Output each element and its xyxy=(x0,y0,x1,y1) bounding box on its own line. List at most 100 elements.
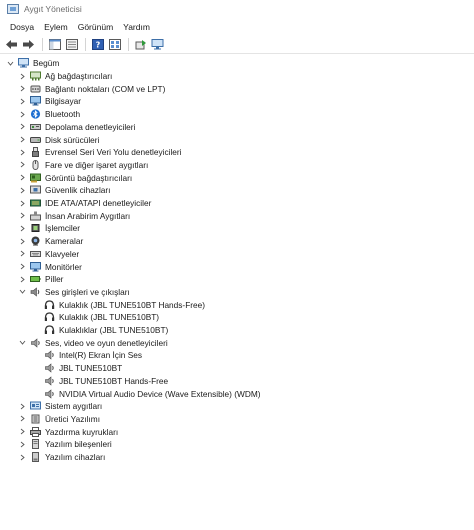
tree-item-label: JBL TUNE510BT xyxy=(59,363,123,374)
chevron-right-icon[interactable] xyxy=(17,223,27,233)
chevron-right-icon[interactable] xyxy=(17,198,27,208)
scan-hardware-button[interactable] xyxy=(150,38,165,52)
bluetooth-icon xyxy=(30,109,41,119)
tree-item[interactable]: Kulaklık (JBL TUNE510BT Hands-Free) xyxy=(31,298,205,311)
show-hide-tree-button[interactable] xyxy=(47,38,62,52)
tree-item[interactable]: Ses, video ve oyun denetleyicileri xyxy=(17,336,168,349)
chevron-right-icon[interactable] xyxy=(17,274,27,284)
tree-item[interactable]: JBL TUNE510BT Hands-Free xyxy=(31,375,168,388)
chevron-right-icon[interactable] xyxy=(17,401,27,411)
chevron-right-icon[interactable] xyxy=(17,427,27,437)
chevron-right-icon[interactable] xyxy=(17,147,27,157)
tree-item-label: Bilgisayar xyxy=(45,96,81,107)
tree-item-label: İşlemciler xyxy=(45,223,81,234)
tree-item[interactable]: Intel(R) Ekran İçin Ses xyxy=(31,349,142,362)
chevron-right-icon[interactable] xyxy=(17,211,27,221)
tree-item[interactable]: Yazılım cihazları xyxy=(17,451,105,464)
vertical-scrollbar[interactable] xyxy=(468,57,474,530)
tree-item[interactable]: Kulaklık (JBL TUNE510BT) xyxy=(31,311,159,324)
chevron-right-icon[interactable] xyxy=(17,262,27,272)
tree-item[interactable]: Depolama denetleyicileri xyxy=(17,121,135,134)
tree-item[interactable]: IDE ATA/ATAPI denetleyiciler xyxy=(17,197,151,210)
keyboard-icon xyxy=(30,249,41,259)
tree-item[interactable]: Bağlantı noktaları (COM ve LPT) xyxy=(17,82,165,95)
console-tree-icon xyxy=(48,39,61,50)
tree-item[interactable]: Begüm xyxy=(5,57,59,70)
computer-icon xyxy=(18,58,29,68)
tree-item[interactable]: Yazılım bileşenleri xyxy=(17,438,112,451)
tree-item[interactable]: Disk sürücüleri xyxy=(17,133,99,146)
display-adapter-icon xyxy=(30,173,41,183)
chevron-right-icon[interactable] xyxy=(17,122,27,132)
tree-item[interactable]: İnsan Arabirim Aygıtları xyxy=(17,209,130,222)
tree-item[interactable]: Monitörler xyxy=(17,260,82,273)
ide-controller-icon xyxy=(30,198,41,208)
tree-item[interactable]: JBL TUNE510BT xyxy=(31,362,122,375)
tree-item[interactable]: Bilgisayar xyxy=(17,95,81,108)
tree-item[interactable]: NVIDIA Virtual Audio Device (Wave Extens… xyxy=(31,387,261,400)
tree-item[interactable]: Ses girişleri ve çıkışları xyxy=(17,286,130,299)
headset-icon xyxy=(44,300,55,310)
toolbar-separator xyxy=(85,38,86,51)
tree-item-label: Sistem aygıtları xyxy=(45,401,103,412)
tree-item[interactable]: Piller xyxy=(17,273,63,286)
chevron-right-icon[interactable] xyxy=(17,173,27,183)
chevron-right-icon[interactable] xyxy=(17,414,27,424)
chevron-right-icon[interactable] xyxy=(17,236,27,246)
view-button[interactable] xyxy=(107,38,122,52)
chevron-right-icon[interactable] xyxy=(17,160,27,170)
chevron-down-icon[interactable] xyxy=(17,287,27,297)
tree-item-label: Intel(R) Ekran İçin Ses xyxy=(59,350,142,361)
chevron-right-icon[interactable] xyxy=(17,249,27,259)
chevron-right-icon[interactable] xyxy=(17,96,27,106)
tree-item[interactable]: Üretici Yazılımı xyxy=(17,413,100,426)
tree-item[interactable]: Klavyeler xyxy=(17,248,79,261)
tree-item-label: Ses, video ve oyun denetleyicileri xyxy=(45,337,168,348)
tree-item[interactable]: Sistem aygıtları xyxy=(17,400,102,413)
menu-eylem[interactable]: Eylem xyxy=(39,18,73,36)
chevron-down-icon[interactable] xyxy=(17,338,27,348)
chevron-right-icon[interactable] xyxy=(17,452,27,462)
tree-item[interactable]: Kameralar xyxy=(17,235,83,248)
tree-item[interactable]: Ağ bağdaştırıcıları xyxy=(17,70,112,83)
chevron-right-icon[interactable] xyxy=(17,71,27,81)
menu-bar: Dosya Eylem Görünüm Yardım xyxy=(0,18,474,36)
chevron-down-icon[interactable] xyxy=(5,58,15,68)
tree-item-label: Kameralar xyxy=(45,236,84,247)
menu-dosya[interactable]: Dosya xyxy=(5,18,39,36)
chevron-right-icon[interactable] xyxy=(17,84,27,94)
printer-icon xyxy=(30,426,41,437)
speaker-icon xyxy=(44,388,55,399)
chevron-right-icon[interactable] xyxy=(17,439,27,449)
storage-controller-icon xyxy=(30,122,41,132)
menu-gorunum[interactable]: Görünüm xyxy=(73,18,118,36)
tree-item[interactable]: Fare ve diğer işaret aygıtları xyxy=(17,159,148,172)
tree-item-label: Kulaklık (JBL TUNE510BT Hands-Free) xyxy=(59,299,206,310)
tree-item-label: Klavyeler xyxy=(45,248,80,259)
arrow-right-icon xyxy=(23,40,34,49)
back-button[interactable] xyxy=(4,38,19,52)
tree-item[interactable]: Kulaklıklar (JBL TUNE510BT) xyxy=(31,324,168,337)
forward-button[interactable] xyxy=(21,38,36,52)
update-driver-button[interactable] xyxy=(133,38,148,52)
chevron-right-icon[interactable] xyxy=(17,185,27,195)
tree-item-label: Yazdırma kuyrukları xyxy=(45,426,119,437)
menu-yardim[interactable]: Yardım xyxy=(118,18,155,36)
chevron-right-icon[interactable] xyxy=(17,135,27,145)
tree-item[interactable]: İşlemciler xyxy=(17,222,80,235)
help-button[interactable]: ? xyxy=(90,38,105,52)
svg-text:?: ? xyxy=(95,41,100,50)
tree-item-label: Üretici Yazılımı xyxy=(45,413,101,424)
tree-item[interactable]: Yazdırma kuyrukları xyxy=(17,425,118,438)
properties-button[interactable] xyxy=(64,38,79,52)
chevron-right-icon[interactable] xyxy=(17,109,27,119)
tree-item[interactable]: Güvenlik cihazları xyxy=(17,184,110,197)
monitor-icon xyxy=(30,96,41,106)
tree-item[interactable]: Bluetooth xyxy=(17,108,80,121)
tree-item[interactable]: Görüntü bağdaştırıcıları xyxy=(17,171,132,184)
tree-item[interactable]: Evrensel Seri Veri Yolu denetleyicileri xyxy=(17,146,182,159)
headset-icon xyxy=(44,312,55,322)
